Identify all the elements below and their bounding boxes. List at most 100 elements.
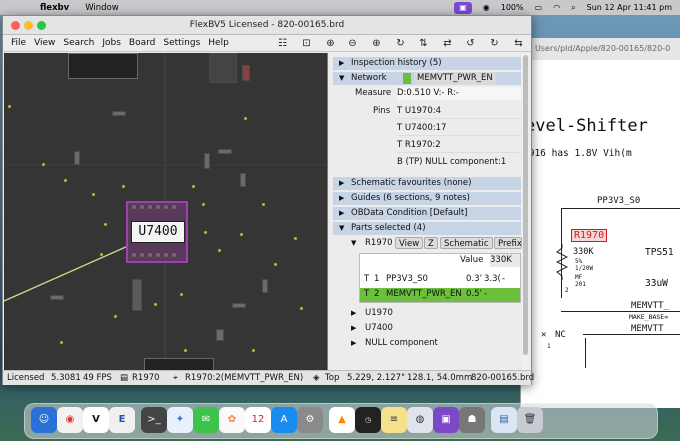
- layout-icon[interactable]: ☷: [275, 36, 290, 51]
- component-block[interactable]: [74, 151, 80, 165]
- menu-help[interactable]: Help: [208, 38, 229, 48]
- flexbv-icon[interactable]: V: [83, 407, 109, 433]
- component-block[interactable]: [209, 53, 237, 83]
- section-schematic-favourites[interactable]: ▶ Schematic favourites (none): [333, 177, 521, 190]
- app-menu-flexbv[interactable]: flexbv: [40, 3, 69, 13]
- zoom-button[interactable]: [37, 21, 46, 30]
- scrollbar-thumb[interactable]: [523, 55, 528, 355]
- chrome-icon[interactable]: ◉: [57, 407, 83, 433]
- ghost-app-icon[interactable]: ☗: [459, 407, 485, 433]
- window-menu[interactable]: Window: [85, 3, 119, 13]
- menu-board[interactable]: Board: [129, 38, 155, 48]
- rotate-icon[interactable]: ↻: [393, 36, 408, 51]
- pdf-icon[interactable]: E: [109, 407, 135, 433]
- part-u1970[interactable]: U1970: [365, 307, 393, 320]
- component-block[interactable]: [112, 111, 126, 116]
- component-block[interactable]: [232, 303, 246, 308]
- schematic-button[interactable]: Schematic: [440, 237, 493, 249]
- screen-recorder-icon[interactable]: ▣: [433, 407, 459, 433]
- trash-icon[interactable]: 🗑: [517, 407, 543, 433]
- notes-icon[interactable]: ≡: [381, 407, 407, 433]
- section-parts-selected[interactable]: ▼ Parts selected (4): [333, 222, 521, 235]
- section-guides[interactable]: ▶ Guides (6 sections, 9 notes): [333, 192, 521, 205]
- section-inspection-history[interactable]: ▶ Inspection history (5): [333, 57, 521, 70]
- part-r1970[interactable]: R1970: [365, 237, 393, 250]
- status-mm: 128.1, 54.0mm: [407, 373, 473, 383]
- clock-widget-icon[interactable]: ◷: [355, 407, 381, 433]
- menu-settings[interactable]: Settings: [163, 38, 200, 48]
- schematic-nc-pin: 1: [547, 343, 551, 350]
- terminal-icon[interactable]: >_: [141, 407, 167, 433]
- schematic-net-pp3v3: PP3V3_S0: [597, 196, 641, 206]
- expand-icon[interactable]: ▶: [351, 322, 356, 335]
- menu-file[interactable]: File: [11, 38, 26, 48]
- expand-icon[interactable]: ▶: [351, 337, 356, 350]
- table-row[interactable]: T 1 PP3V3_S0 0.3’ 3.3( -: [362, 273, 520, 286]
- app-store-icon[interactable]: A: [271, 407, 297, 433]
- expand-icon[interactable]: ▶: [351, 307, 356, 320]
- battery-percent[interactable]: 100%: [501, 3, 524, 12]
- pin-entry[interactable]: T U1970:4: [397, 105, 521, 119]
- board-view[interactable]: U7400: [4, 53, 328, 371]
- screen-recording-icon[interactable]: ▣: [454, 1, 472, 14]
- z-button[interactable]: Z: [424, 237, 438, 249]
- via-dot: [244, 117, 247, 120]
- zoom-in-icon[interactable]: ⊕: [323, 36, 338, 51]
- menu-search[interactable]: Search: [63, 38, 94, 48]
- component-block[interactable]: [204, 153, 210, 169]
- pin-entry[interactable]: B (TP) NULL component:1: [397, 156, 521, 169]
- pin-icon: ⌖: [173, 373, 178, 383]
- part-u7400[interactable]: U7400: [365, 322, 393, 335]
- status-coords: 5.229, 2.127": [347, 373, 405, 383]
- photos-icon[interactable]: ✿: [219, 407, 245, 433]
- component-block[interactable]: [50, 295, 64, 300]
- panel-scrollbar[interactable]: [522, 53, 529, 371]
- via-dot: [8, 105, 11, 108]
- control-center-icon[interactable]: ◉: [483, 3, 490, 12]
- flip-vertical-icon[interactable]: ⇅: [416, 36, 431, 51]
- menu-jobs[interactable]: Jobs: [102, 38, 121, 48]
- component-block[interactable]: [132, 279, 142, 311]
- component-block[interactable]: [240, 173, 246, 187]
- table-row-selected[interactable]: T 2 MEMVTT_PWR_EN 0.5’ -: [360, 288, 520, 302]
- calendar-icon[interactable]: 12: [245, 407, 271, 433]
- window-title-bar[interactable]: FlexBV5 Licensed - 820-00165.brd: [3, 16, 531, 35]
- wifi-icon[interactable]: ◠: [553, 3, 560, 12]
- finder-icon[interactable]: ☺: [31, 407, 57, 433]
- messages-icon[interactable]: ✉: [193, 407, 219, 433]
- part-null-component[interactable]: NULL component: [365, 337, 438, 350]
- component-block[interactable]: [68, 53, 138, 79]
- flip-horizontal-icon[interactable]: ⇄: [440, 36, 455, 51]
- safari-icon[interactable]: ✦: [167, 407, 193, 433]
- menu-view[interactable]: View: [34, 38, 55, 48]
- component-block[interactable]: [216, 329, 224, 341]
- component-block[interactable]: [242, 65, 250, 81]
- close-button[interactable]: [11, 21, 20, 30]
- component-block[interactable]: [218, 149, 232, 154]
- collapse-icon[interactable]: ▼: [351, 237, 356, 250]
- search-icon[interactable]: ⌕: [571, 3, 575, 13]
- minimize-button[interactable]: [24, 21, 33, 30]
- zoom-fit-icon[interactable]: ⊡: [299, 36, 314, 51]
- pin-entry[interactable]: T U7400:17: [397, 122, 521, 136]
- prefix-button[interactable]: Prefix: [494, 237, 522, 249]
- system-preferences-icon[interactable]: ⚙: [297, 407, 323, 433]
- pad: [140, 253, 144, 257]
- mirror-icon[interactable]: ⇆: [511, 36, 526, 51]
- part-icon: ▤: [120, 373, 129, 383]
- view-button[interactable]: View: [395, 237, 424, 249]
- section-obdata[interactable]: ▶ OBData Condition [Default]: [333, 207, 521, 220]
- component-block[interactable]: [262, 279, 268, 293]
- pad: [164, 205, 168, 209]
- rotate-ccw-icon[interactable]: ↺: [463, 36, 478, 51]
- section-network[interactable]: ▼ Network MEMVTT_PWR_EN: [333, 72, 521, 85]
- rotate-cw-icon[interactable]: ↻: [487, 36, 502, 51]
- pin-voltage: -: [484, 289, 488, 299]
- pin-entry[interactable]: T R1970:2: [397, 139, 521, 153]
- documents-folder-icon[interactable]: ▤: [491, 407, 517, 433]
- zoom-reset-icon[interactable]: ⊕: [369, 36, 384, 51]
- zoom-out-icon[interactable]: ⊖: [345, 36, 360, 51]
- disk-utility-icon[interactable]: ◍: [407, 407, 433, 433]
- clock[interactable]: Sun 12 Apr 11:41 pm: [587, 3, 672, 12]
- vlc-icon[interactable]: ▲: [329, 407, 355, 433]
